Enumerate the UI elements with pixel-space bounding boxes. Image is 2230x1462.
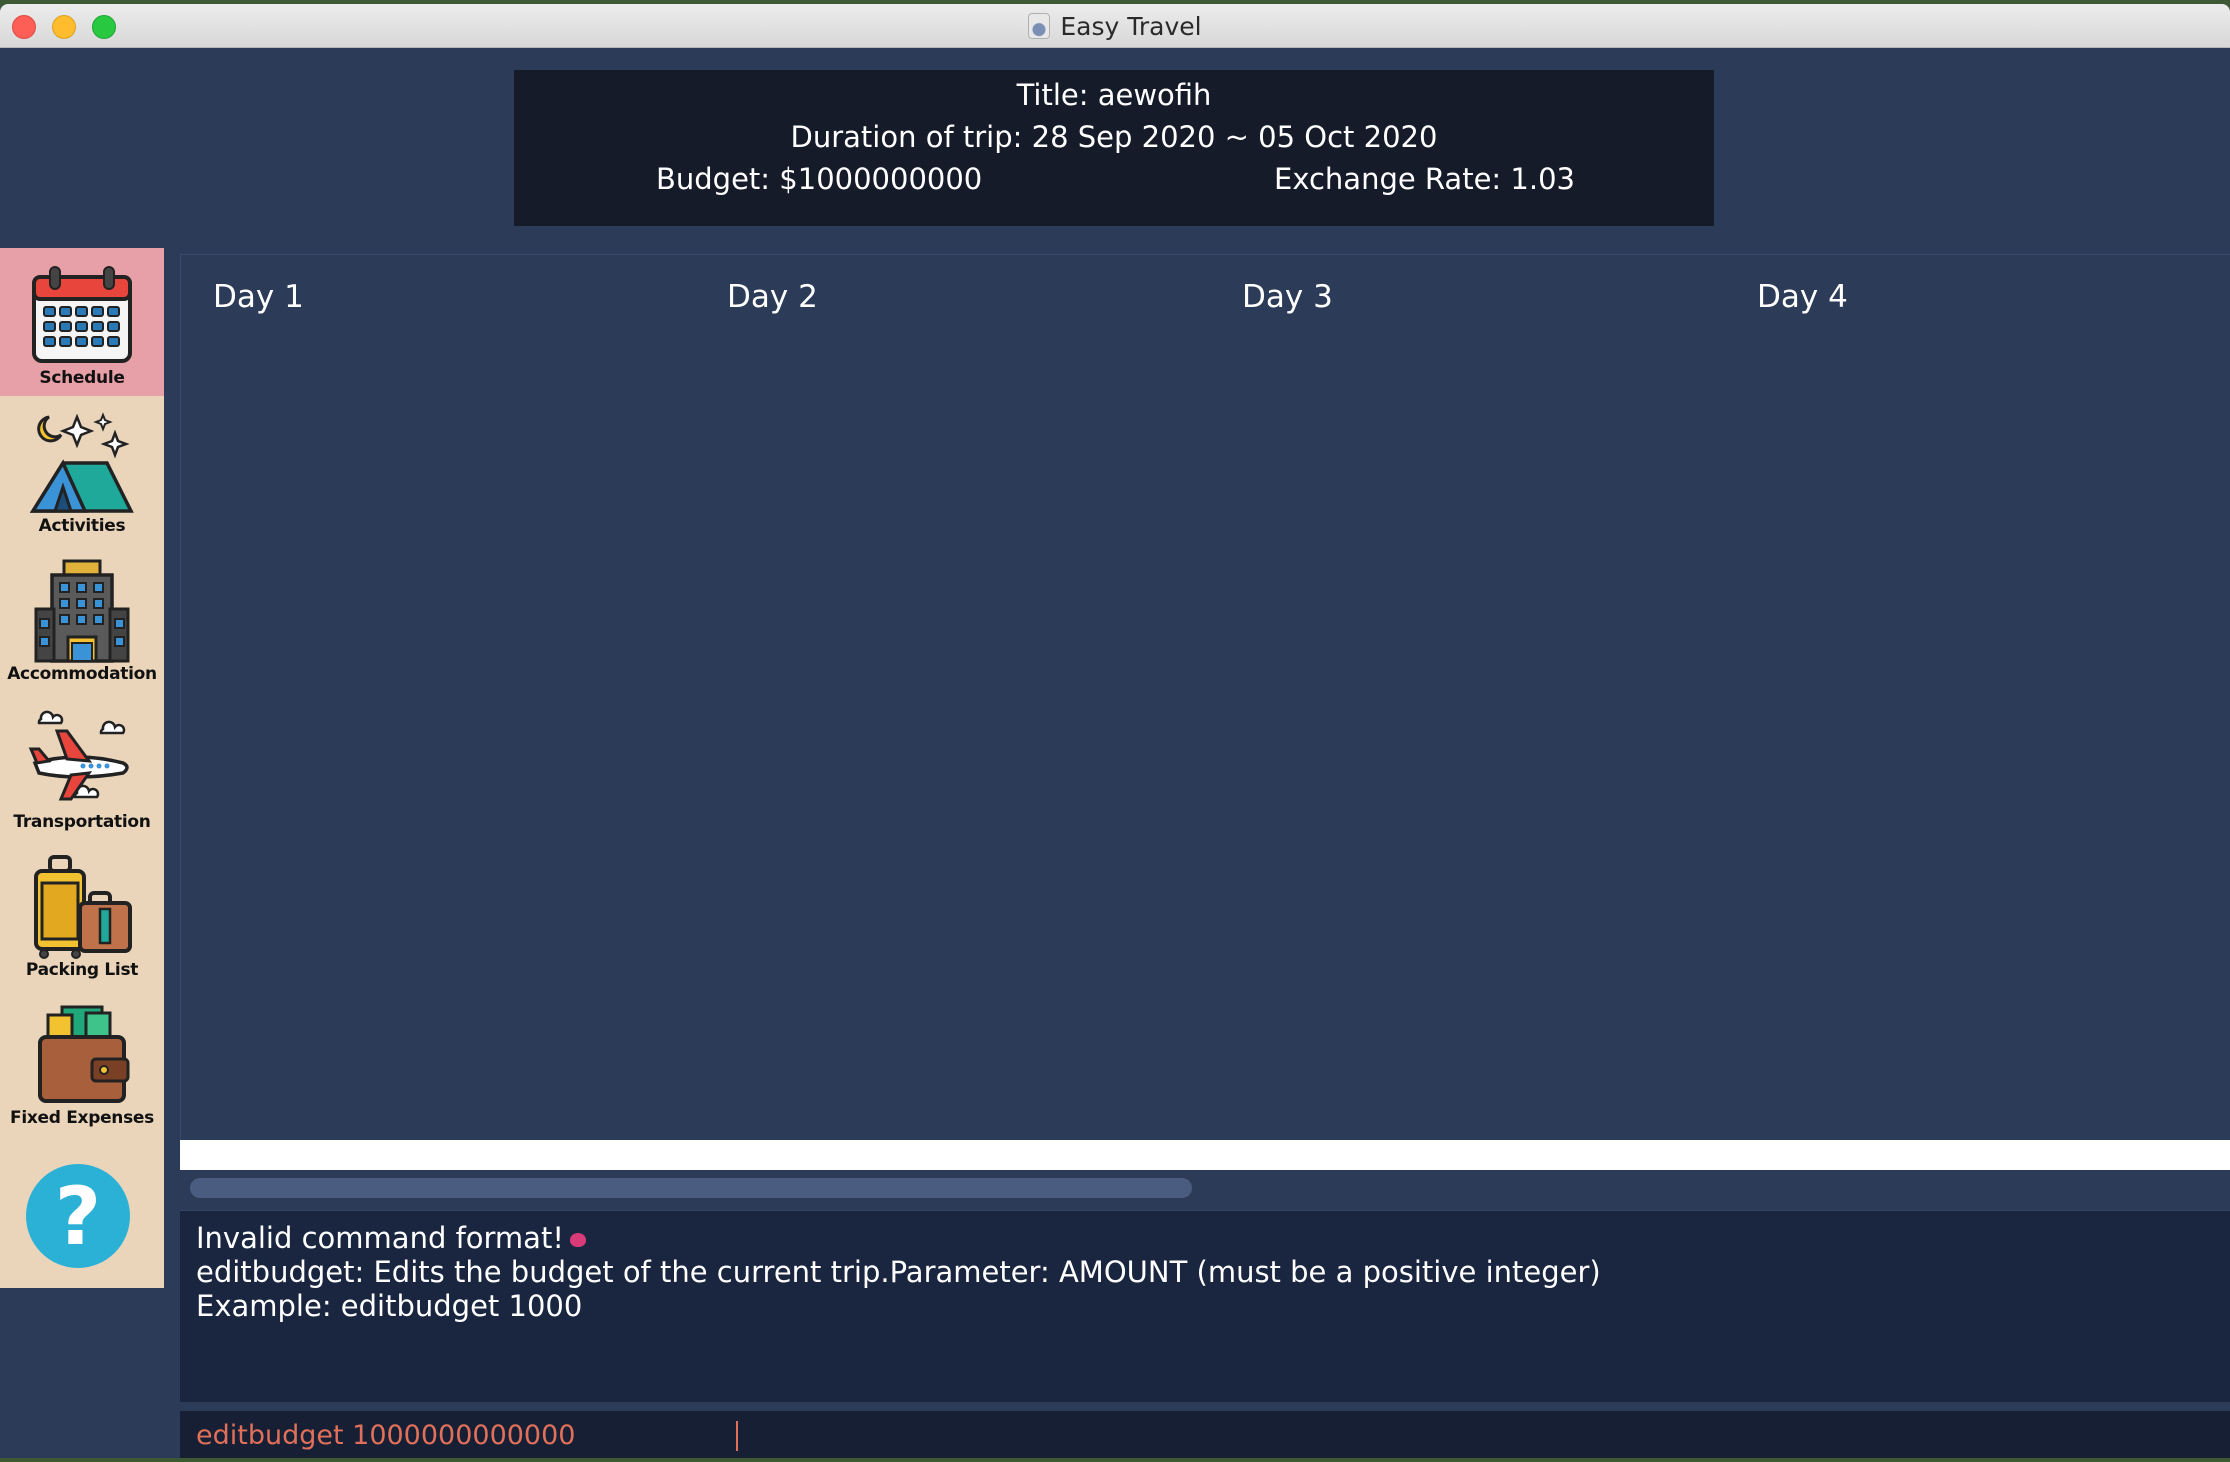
- trip-info-panel: Title: aewofih Duration of trip: 28 Sep …: [514, 70, 1714, 226]
- result-display: Invalid command format! editbudget: Edit…: [180, 1210, 2230, 1402]
- scrollbar-thumb[interactable]: [190, 1178, 1192, 1198]
- sidebar-item-packing-list[interactable]: Packing List: [0, 840, 164, 988]
- command-input[interactable]: [180, 1411, 2230, 1458]
- day-column-header: Day 4: [1757, 279, 1848, 315]
- luggage-icon: [27, 854, 137, 960]
- sidebar-item-label: Schedule: [39, 368, 125, 388]
- tent-icon: [27, 410, 137, 516]
- app-icon: [1028, 13, 1051, 39]
- schedule-panel: Day 1 Day 2 Day 3 Day 4: [180, 254, 2230, 1140]
- calendar-icon: [27, 262, 137, 368]
- trip-budget: Budget: $1000000000: [656, 162, 983, 196]
- sidebar-item-fixed-expenses[interactable]: Fixed Expenses: [0, 988, 164, 1136]
- result-usage-line: editbudget: Edits the budget of the curr…: [196, 1255, 1601, 1289]
- title-bar: Easy Travel: [0, 4, 2230, 48]
- sidebar-item-label: Activities: [38, 516, 126, 536]
- sidebar-item-schedule[interactable]: Schedule: [0, 248, 164, 396]
- text-caret: [736, 1421, 738, 1451]
- sidebar-item-label: Packing List: [25, 960, 139, 980]
- sidebar-item-activities[interactable]: Activities: [0, 396, 164, 544]
- command-box: [180, 1410, 2230, 1458]
- help-button[interactable]: ?: [26, 1164, 130, 1268]
- hotel-icon: [27, 558, 137, 664]
- schedule-bottom-bar: [180, 1140, 2230, 1170]
- sidebar-item-label: Accommodation: [7, 664, 157, 684]
- help-icon: ?: [54, 1169, 102, 1263]
- airplane-icon: [27, 706, 137, 812]
- app-window: Easy Travel Title: aewofih Duration of t…: [0, 4, 2230, 1458]
- sidebar: Schedule Activities Accommodation Transp…: [0, 248, 164, 1288]
- day-column-header: Day 1: [213, 279, 304, 315]
- horizontal-scrollbar[interactable]: [180, 1170, 2230, 1206]
- sidebar-item-label: Fixed Expenses: [10, 1108, 154, 1128]
- result-error-line: Invalid command format!: [196, 1221, 564, 1255]
- wallet-icon: [27, 1002, 137, 1108]
- trip-exchange-rate: Exchange Rate: 1.03: [1274, 162, 1575, 196]
- trip-duration: Duration of trip: 28 Sep 2020 ~ 05 Oct 2…: [790, 120, 1438, 154]
- day-column-header: Day 3: [1242, 279, 1333, 315]
- window-title: Easy Travel: [1060, 11, 1202, 41]
- result-example-line: Example: editbudget 1000: [196, 1289, 583, 1323]
- sidebar-item-label: Transportation: [13, 812, 151, 832]
- day-column-header: Day 2: [727, 279, 818, 315]
- sidebar-item-transportation[interactable]: Transportation: [0, 692, 164, 840]
- trip-title: Title: aewofih: [1016, 78, 1212, 112]
- blush-emoji-icon: [569, 1233, 586, 1247]
- sidebar-item-accommodation[interactable]: Accommodation: [0, 544, 164, 692]
